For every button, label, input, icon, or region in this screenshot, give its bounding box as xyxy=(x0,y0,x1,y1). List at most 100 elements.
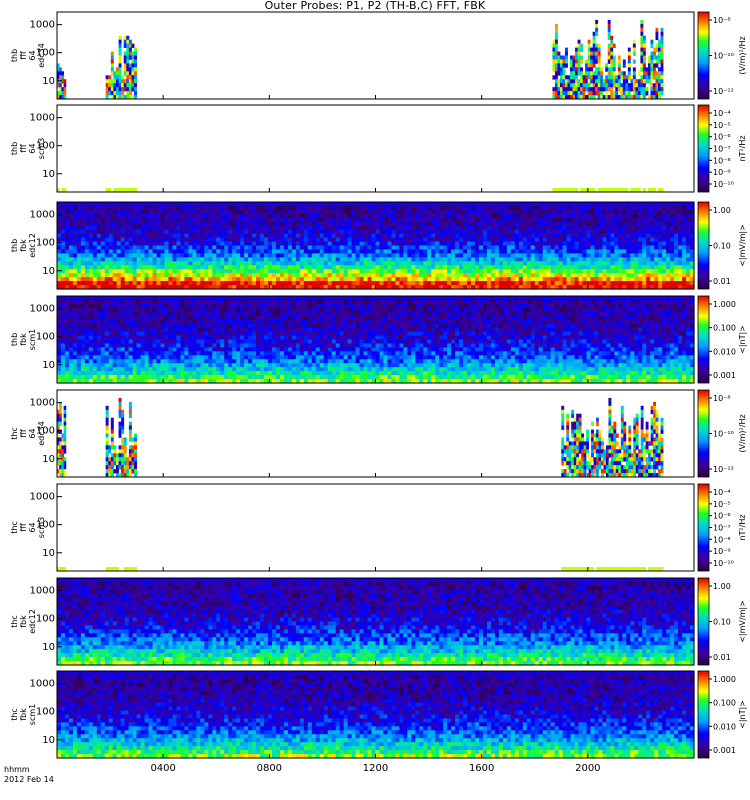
colorbar-6 xyxy=(698,484,709,571)
ytick-label: 100 xyxy=(36,614,55,625)
colorbar-5 xyxy=(698,390,709,477)
spectrogram-5 xyxy=(57,398,663,477)
spectrogram-3 xyxy=(57,202,695,290)
spectrogram-7 xyxy=(57,578,695,666)
colorbar-tick-label: 10⁻⁵ xyxy=(713,121,731,130)
ylabel-4: thbfbkscm1 xyxy=(10,329,37,350)
panel-4: thbfbkscm1 10 100 1000 1.000 0.100 0.010 0.001 <… xyxy=(10,296,747,384)
colorbar-tick-label: 10⁻⁷ xyxy=(713,524,731,533)
panel-frame-6 xyxy=(57,484,694,571)
panel-7: thcfbkedc12 10 100 1000 1.00 0.10 0.01 <|mV/m|> xyxy=(10,578,747,666)
colorbar-tick-label: 0.010 xyxy=(713,722,736,731)
panel-6: thcfff64scm3101001000 10⁻⁴10⁻⁵10⁻⁶10⁻⁷10⁻… xyxy=(10,484,747,571)
ytick-label: 10 xyxy=(42,548,55,559)
colorbar-tick-label: 10⁻¹⁰ xyxy=(713,430,734,439)
colorbar-tick-label: 10⁻¹⁰ xyxy=(713,180,734,189)
ytick-label: 100 xyxy=(36,332,55,343)
spectrogram-8 xyxy=(57,671,695,759)
ylabel-7: thcfbkedc12 xyxy=(10,609,37,634)
colorbar-tick-label: 10⁻⁸ xyxy=(713,394,731,403)
colorbar-tick-label: 10⁻¹² xyxy=(713,465,734,474)
colorbar-label-6: nT²/Hz xyxy=(738,514,747,540)
ytick-label: 10 xyxy=(42,76,55,87)
ytick-label: 10 xyxy=(42,169,55,180)
ytick-label: 100 xyxy=(36,141,55,152)
spectrogram-stack: thbfff64edc34101001000 10⁻⁸10⁻¹⁰10⁻¹²(V/m… xyxy=(0,0,750,800)
ytick-label: 100 xyxy=(36,707,55,718)
colorbar-tick-label: 10⁻⁸ xyxy=(713,156,731,165)
colorbar-label-2: nT²/Hz xyxy=(738,135,747,161)
colorbar-label-1: (V/m)²/Hz xyxy=(738,36,747,74)
colorbar-7 xyxy=(698,578,709,665)
colorbar-tick-label: 10⁻⁶ xyxy=(713,133,731,142)
footer: hhmm 2012 Feb 14 xyxy=(4,765,54,785)
ytick-label: 1000 xyxy=(30,398,55,409)
xtick-label: 1200 xyxy=(363,763,388,774)
colorbar-tick-label: 10⁻⁶ xyxy=(713,512,731,521)
spectrogram-4 xyxy=(57,296,695,384)
colorbar-2 xyxy=(698,105,709,192)
colorbar-label-3: <|mV/m|> xyxy=(738,224,747,267)
spectrogram-1 xyxy=(57,20,663,99)
date-label: 2012 Feb 14 xyxy=(4,775,54,785)
ylabel-3: thbfbkedc12 xyxy=(10,233,37,258)
colorbar-tick-label: 1.00 xyxy=(713,206,731,215)
xtick-label: 0400 xyxy=(150,763,175,774)
colorbar-tick-label: 0.100 xyxy=(713,324,736,333)
xtick-label: 0800 xyxy=(257,763,282,774)
colorbar-label-7: <|mV/m|> xyxy=(738,600,747,643)
ytick-label: 100 xyxy=(36,238,55,249)
colorbar-tick-label: 0.001 xyxy=(713,746,736,755)
colorbar-tick-label: 0.100 xyxy=(713,699,736,708)
colorbar-3 xyxy=(698,202,709,289)
panel-5: thcfff64edc34101001000 10⁻⁸10⁻¹⁰10⁻¹²(V/m… xyxy=(10,390,747,477)
ytick-label: 1000 xyxy=(30,20,55,31)
colorbar-label-8: <|nT|> xyxy=(738,700,747,729)
colorbar-tick-label: 0.010 xyxy=(713,347,736,356)
colorbar-tick-label: 1.00 xyxy=(713,582,731,591)
colorbar-tick-label: 0.10 xyxy=(713,618,731,627)
colorbar-label-5: (V/m)²/Hz xyxy=(738,414,747,452)
xtick-label: 2000 xyxy=(575,763,600,774)
ylabel-8: thcfbkscm1 xyxy=(10,704,37,725)
ytick-label: 1000 xyxy=(30,492,55,503)
colorbar-tick-label: 10⁻⁵ xyxy=(713,500,731,509)
time-axis-label: hhmm xyxy=(4,765,54,775)
colorbar-label-4: <|nT|> xyxy=(738,325,747,354)
colorbar-tick-label: 10⁻⁷ xyxy=(713,145,731,154)
colorbar-tick-label: 0.001 xyxy=(713,371,736,380)
panel-3: thbfbkedc12101001000 1.000.100.01<|mV/m|> xyxy=(10,202,747,290)
ytick-label: 10 xyxy=(42,454,55,465)
colorbar-tick-label: 1.000 xyxy=(713,300,736,309)
colorbar-4 xyxy=(698,296,709,383)
ytick-label: 1000 xyxy=(30,304,55,315)
colorbar-tick-label: 10⁻⁴ xyxy=(713,109,731,118)
colorbar-tick-label: 10⁻⁸ xyxy=(713,535,731,544)
colorbar-8 xyxy=(698,671,709,758)
ytick-label: 1000 xyxy=(30,210,55,221)
colorbar-tick-label: 0.01 xyxy=(713,653,731,662)
ytick-label: 100 xyxy=(36,520,55,531)
colorbar-tick-label: 10⁻¹² xyxy=(713,87,734,96)
ytick-label: 1000 xyxy=(30,113,55,124)
colorbar-tick-label: 1.000 xyxy=(713,675,736,684)
ytick-label: 1000 xyxy=(30,586,55,597)
colorbar-tick-label: 10⁻¹⁰ xyxy=(713,559,734,568)
colorbar-tick-label: 10⁻⁸ xyxy=(713,16,731,25)
colorbar-tick-label: 10⁻¹⁰ xyxy=(713,52,734,61)
colorbar-tick-label: 10⁻⁹ xyxy=(713,168,731,177)
ytick-label: 10 xyxy=(42,360,55,371)
panel-frame-2 xyxy=(57,105,694,192)
ytick-label: 10 xyxy=(42,735,55,746)
colorbar-1 xyxy=(698,12,709,99)
panel-2: thbfff64scm3101001000 10⁻⁴10⁻⁵10⁻⁶10⁻⁷10⁻… xyxy=(10,105,747,192)
ytick-label: 10 xyxy=(42,642,55,653)
panel-8: thcfbkscm1 10 100 1000 1.000 0.100 0.010 0.001 <… xyxy=(10,671,747,759)
panel-1: thbfff64edc34101001000 10⁻⁸10⁻¹⁰10⁻¹²(V/m… xyxy=(10,12,747,99)
colorbar-tick-label: 0.01 xyxy=(713,277,731,286)
ytick-label: 100 xyxy=(36,426,55,437)
xtick-label: 1600 xyxy=(469,763,494,774)
ytick-label: 10 xyxy=(42,266,55,277)
ytick-label: 1000 xyxy=(30,679,55,690)
colorbar-tick-label: 10⁻⁹ xyxy=(713,547,731,556)
